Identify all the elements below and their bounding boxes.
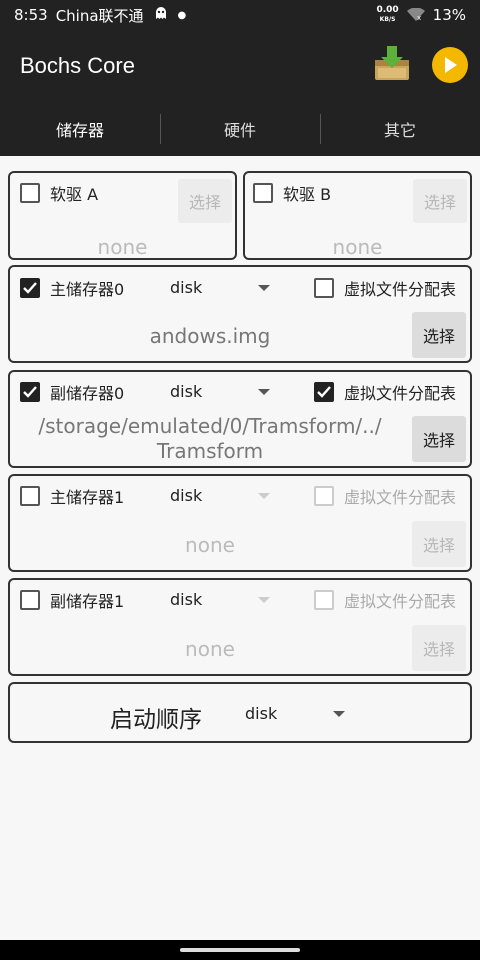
network-speed-unit: KB/S [379, 16, 396, 23]
tab-bar: 储存器 硬件 其它 [0, 102, 480, 156]
tab-hardware[interactable]: 硬件 [160, 102, 320, 156]
check-icon [23, 386, 37, 398]
storage-path: /storage/emulated/0/Tramsform/../ Tramsf… [38, 414, 382, 463]
status-carrier: China联不通 [55, 6, 144, 25]
floppy-a-label: 软驱 A [50, 185, 99, 204]
storage-path: andows.img [149, 324, 271, 348]
storage-checkbox[interactable] [20, 382, 40, 402]
network-speed: 0.00 KB/S [376, 6, 398, 24]
storage-panel-secondary-0: 副储存器0 disk 虚拟文件分配表 /storage/emulated/0/T… [8, 370, 472, 468]
floppy-a-checkbox[interactable] [20, 183, 40, 203]
storage-path: none [185, 533, 235, 557]
storage-label: 主储存器1 [50, 488, 125, 507]
floppy-b-label: 软驱 B [283, 185, 332, 204]
battery-level: 13% [432, 6, 466, 24]
storage-select-button[interactable]: 选择 [412, 625, 466, 671]
storage-type-dropdown[interactable]: disk [170, 278, 202, 297]
storage-select-button[interactable]: 选择 [412, 521, 466, 567]
storage-label: 副储存器1 [50, 592, 125, 611]
floppy-a-path: none [97, 235, 148, 259]
floppy-b-select-button[interactable]: 选择 [413, 179, 467, 223]
storage-path: none [185, 637, 235, 661]
chevron-down-icon[interactable] [258, 597, 270, 603]
vfat-label: 虚拟文件分配表 [344, 488, 457, 507]
storage-checkbox[interactable] [20, 486, 40, 506]
chevron-down-icon[interactable] [258, 493, 270, 499]
home-gesture-handle[interactable] [180, 948, 300, 952]
chevron-down-icon[interactable] [258, 285, 270, 291]
status-time: 8:53 [14, 6, 48, 24]
storage-panel-secondary-1: 副储存器1 disk 虚拟文件分配表 none 选择 [8, 578, 472, 676]
tab-other[interactable]: 其它 [320, 102, 480, 156]
storage-panel-primary-1: 主储存器1 disk 虚拟文件分配表 none 选择 [8, 474, 472, 572]
floppy-b-checkbox[interactable] [253, 183, 273, 203]
install-download-icon[interactable] [372, 44, 412, 84]
vfat-label: 虚拟文件分配表 [344, 280, 457, 299]
vfat-label: 虚拟文件分配表 [344, 384, 457, 403]
storage-checkbox[interactable] [20, 590, 40, 610]
system-nav-bar [0, 940, 480, 960]
storage-type-dropdown[interactable]: disk [170, 590, 202, 609]
chevron-down-icon[interactable] [333, 711, 345, 717]
floppy-a-select-button[interactable]: 选择 [178, 179, 232, 223]
floppy-a-panel: 软驱 A 选择 none [8, 171, 237, 260]
vfat-checkbox[interactable] [314, 278, 334, 298]
app-bar: Bochs Core [0, 30, 480, 102]
vfat-checkbox[interactable] [314, 382, 334, 402]
storage-type-dropdown[interactable]: disk [170, 486, 202, 505]
run-play-icon[interactable] [432, 47, 468, 83]
app-title: Bochs Core [20, 53, 135, 78]
wifi-icon: x [406, 8, 425, 22]
storage-label: 副储存器0 [50, 384, 125, 403]
svg-text:x: x [417, 14, 421, 22]
vfat-label: 虚拟文件分配表 [344, 592, 457, 611]
status-bar: 8:53 China联不通 ● 0.00 KB/S x 13% [0, 0, 480, 30]
ghost-icon [154, 6, 168, 24]
storage-type-dropdown[interactable]: disk [170, 382, 202, 401]
notification-dot-icon: ● [177, 9, 187, 21]
storage-label: 主储存器0 [50, 280, 125, 299]
storage-checkbox[interactable] [20, 278, 40, 298]
network-speed-value: 0.00 [376, 5, 399, 15]
storage-panel-primary-0: 主储存器0 disk 虚拟文件分配表 andows.img 选择 [8, 265, 472, 363]
floppy-b-panel: 软驱 B 选择 none [243, 171, 472, 260]
vfat-checkbox[interactable] [314, 590, 334, 610]
vfat-checkbox[interactable] [314, 486, 334, 506]
check-icon [317, 386, 331, 398]
storage-select-button[interactable]: 选择 [412, 416, 466, 462]
boot-order-panel: 启动顺序 disk [8, 682, 472, 743]
check-icon [23, 282, 37, 294]
boot-order-dropdown[interactable]: disk [245, 704, 277, 723]
chevron-down-icon[interactable] [258, 389, 270, 395]
floppy-b-path: none [332, 235, 383, 259]
tab-storage[interactable]: 储存器 [0, 102, 160, 156]
boot-order-label: 启动顺序 [110, 707, 202, 733]
storage-select-button[interactable]: 选择 [412, 312, 466, 358]
